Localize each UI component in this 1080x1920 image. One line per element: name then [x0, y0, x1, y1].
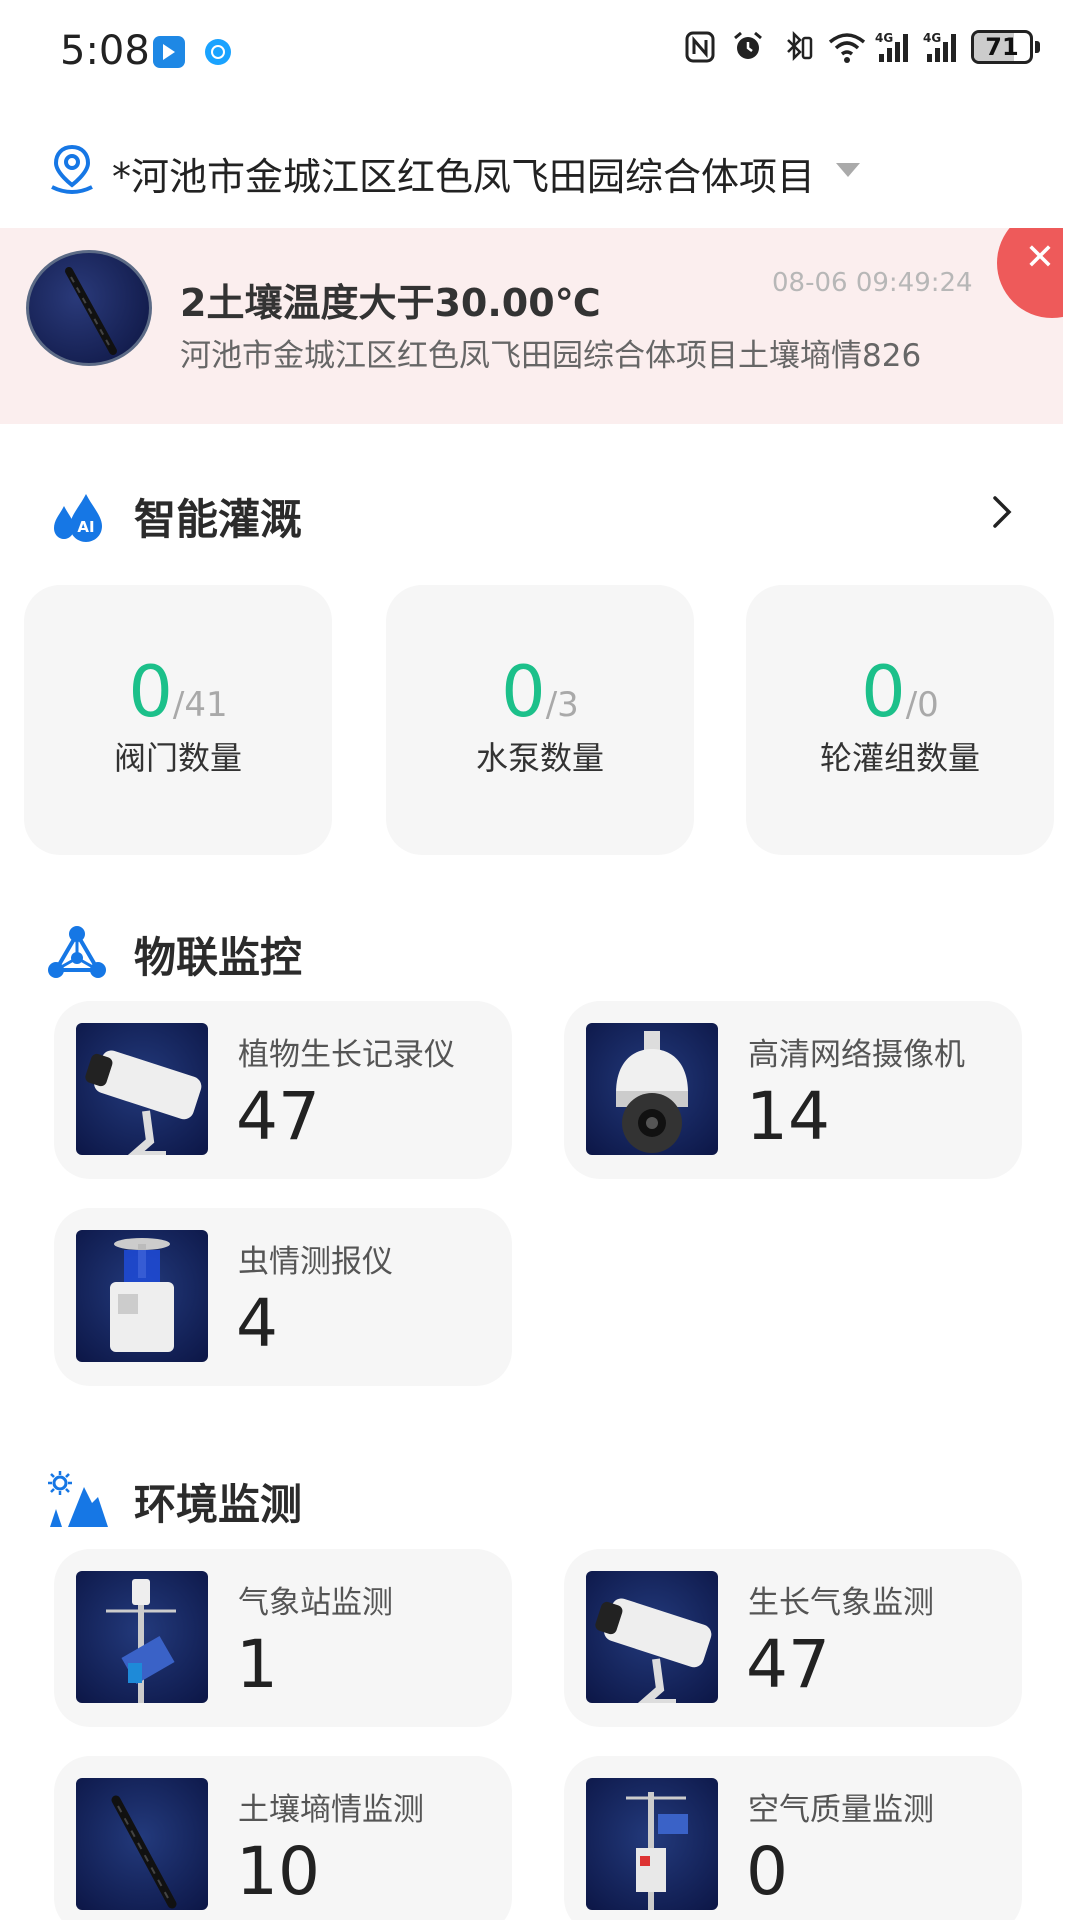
chevron-down-icon[interactable]: [836, 163, 860, 177]
section-title: 物联监控: [134, 933, 303, 982]
valve-count-label: 阀门数量: [113, 739, 242, 777]
svg-text:4G: 4G: [923, 31, 941, 45]
valve-count-card[interactable]: 0/41 阀门数量: [24, 585, 332, 855]
valve-total: /41: [172, 685, 228, 725]
insect-trap-image: [76, 1230, 208, 1362]
project-selector[interactable]: *河池市金城江区红色凤飞田园综合体项目: [112, 146, 815, 201]
bullet-camera-image: [76, 1023, 208, 1155]
valve-active-count: 0: [128, 651, 173, 733]
device-count: 1: [236, 1626, 278, 1703]
pump-active-count: 0: [501, 651, 546, 733]
wifi-icon: [827, 30, 866, 64]
section-title: 环境监测: [134, 1480, 303, 1529]
alert-banner[interactable]: 2土壤温度大于30.00℃ 08-06 09:49:24 河池市金城江区红色凤飞…: [0, 228, 1063, 424]
pump-count-label: 水泵数量: [475, 739, 604, 777]
device-card-plant-recorder[interactable]: 植物生长记录仪 47: [54, 1001, 512, 1179]
close-icon[interactable]: ✕: [1022, 240, 1058, 276]
section-header-iot: 物联监控: [0, 914, 1080, 984]
status-time: 5:08: [60, 28, 150, 74]
air-station-image: [586, 1778, 718, 1910]
bluetooth-icon: [779, 30, 813, 64]
bullet-camera-image: [586, 1571, 718, 1703]
device-count: 47: [746, 1626, 830, 1703]
rotation-group-total: /0: [905, 685, 939, 725]
mountain-sun-icon: [48, 1471, 108, 1527]
alarm-icon: [731, 30, 765, 64]
svg-text:AI: AI: [77, 518, 94, 536]
chevron-right-icon[interactable]: [985, 492, 1017, 532]
location-pin-icon[interactable]: [46, 143, 98, 195]
device-name: 生长气象监测: [748, 1585, 934, 1621]
device-card-soil-moisture[interactable]: 土壤墒情监测 10: [54, 1756, 512, 1920]
soil-probe-image: [26, 250, 152, 366]
device-name: 土壤墒情监测: [238, 1792, 424, 1828]
alert-subtitle: 河池市金城江区红色凤飞田园综合体项目土壤墒情826: [180, 338, 922, 374]
signal-4g-icon: 4G: [875, 30, 909, 64]
alert-timestamp: 08-06 09:49:24: [772, 268, 973, 298]
rotation-group-count-card[interactable]: 0/0 轮灌组数量: [746, 585, 1054, 855]
rotation-group-count-label: 轮灌组数量: [819, 739, 980, 777]
device-count: 4: [236, 1285, 278, 1362]
weather-station-image: [76, 1571, 208, 1703]
device-card-air-quality[interactable]: 空气质量监测 0: [564, 1756, 1022, 1920]
signal-4g-icon: 4G: [923, 30, 957, 64]
soil-probe-image: [76, 1778, 208, 1910]
alert-title: 2土壤温度大于30.00℃: [180, 281, 601, 325]
device-count: 0: [746, 1833, 788, 1910]
device-name: 植物生长记录仪: [238, 1037, 455, 1073]
rotation-group-active-count: 0: [861, 651, 906, 733]
water-drop-ai-icon: AI: [54, 494, 102, 542]
status-bar: 5:08 4G 4G 71: [0, 0, 1080, 100]
device-name: 虫情测报仪: [238, 1244, 393, 1280]
section-header-environment: 环境监测: [0, 1461, 1080, 1531]
browser-notification-icon: [205, 39, 231, 65]
nfc-icon: [683, 30, 717, 64]
device-name: 气象站监测: [238, 1585, 393, 1621]
battery-indicator: 71: [971, 30, 1040, 64]
section-header-irrigation[interactable]: AI 智能灌溉: [0, 476, 1080, 546]
section-title: 智能灌溉: [134, 495, 303, 544]
dome-camera-image: [586, 1023, 718, 1155]
pump-count-card[interactable]: 0/3 水泵数量: [386, 585, 694, 855]
device-name: 高清网络摄像机: [748, 1037, 965, 1073]
device-card-growth-weather[interactable]: 生长气象监测 47: [564, 1549, 1022, 1727]
network-nodes-icon: [48, 926, 106, 978]
device-name: 空气质量监测: [748, 1792, 934, 1828]
pump-total: /3: [545, 685, 579, 725]
device-card-weather-station[interactable]: 气象站监测 1: [54, 1549, 512, 1727]
device-count: 47: [236, 1078, 320, 1155]
device-count: 14: [746, 1078, 830, 1155]
device-count: 10: [236, 1833, 320, 1910]
battery-level: 71: [985, 33, 1019, 61]
device-card-insect-monitor[interactable]: 虫情测报仪 4: [54, 1208, 512, 1386]
device-card-hd-camera[interactable]: 高清网络摄像机 14: [564, 1001, 1022, 1179]
svg-text:4G: 4G: [875, 31, 893, 45]
app-notification-icon: [153, 36, 185, 68]
